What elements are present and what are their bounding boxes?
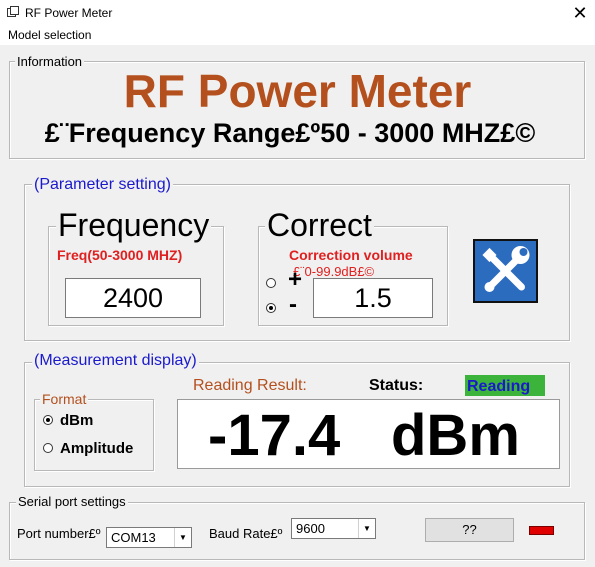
amplitude-radio[interactable]	[43, 443, 53, 453]
chevron-down-icon[interactable]: ▼	[174, 528, 191, 547]
reading-value: -17.4	[208, 403, 341, 468]
frequency-input[interactable]: 2400	[65, 278, 201, 318]
app-heading: RF Power Meter	[123, 65, 472, 117]
minus-label: -	[289, 291, 297, 318]
chevron-down-icon[interactable]: ▼	[358, 519, 375, 538]
dbm-radio[interactable]	[43, 415, 53, 425]
plus-label: +	[288, 266, 303, 293]
frequency-hint: Freq(50-3000 MHZ)	[57, 247, 183, 263]
port-number-value: COM13	[111, 530, 156, 545]
window-title: RF Power Meter	[25, 6, 113, 20]
menu-model-selection[interactable]: Model selection	[8, 28, 91, 42]
measurement-display-legend: (Measurement display)	[32, 352, 199, 370]
close-button[interactable]: ✕	[566, 0, 594, 26]
correction-hint: Correction volume	[289, 247, 413, 263]
connection-indicator	[529, 526, 554, 535]
reading-unit: dBm	[391, 403, 520, 468]
correction-input[interactable]: 1.5	[313, 278, 433, 318]
parameter-setting-legend: (Parameter setting)	[32, 176, 173, 194]
status-badge: Reading	[465, 375, 545, 396]
baud-rate-value: 9600	[296, 521, 325, 536]
baud-rate-select[interactable]: 9600 ▼	[291, 518, 376, 539]
format-legend: Format	[40, 391, 89, 407]
amplitude-label: Amplitude	[60, 440, 134, 457]
minus-radio[interactable]	[266, 303, 276, 313]
frequency-range-subheading: £¨Frequency Range£º50 - 3000 MHZ£©	[44, 118, 536, 148]
tools-icon	[482, 246, 530, 292]
dbm-label: dBm	[60, 412, 94, 429]
baud-rate-label: Baud Rate£º	[209, 526, 283, 541]
port-number-select[interactable]: COM13 ▼	[106, 527, 192, 548]
serial-port-legend: Serial port settings	[16, 494, 128, 509]
reading-result-label: Reading Result:	[193, 377, 307, 394]
correction-range: £¨0-99.9dB£©	[293, 264, 375, 276]
format-box	[34, 399, 154, 471]
app-icon	[7, 6, 19, 17]
settings-button[interactable]	[473, 239, 538, 303]
plus-radio[interactable]	[266, 278, 276, 288]
correct-title: Correct	[265, 207, 374, 244]
status-label: Status:	[369, 377, 424, 394]
frequency-title: Frequency	[56, 207, 212, 244]
port-number-label: Port number£º	[17, 526, 101, 541]
connect-button[interactable]: ??	[425, 518, 514, 542]
